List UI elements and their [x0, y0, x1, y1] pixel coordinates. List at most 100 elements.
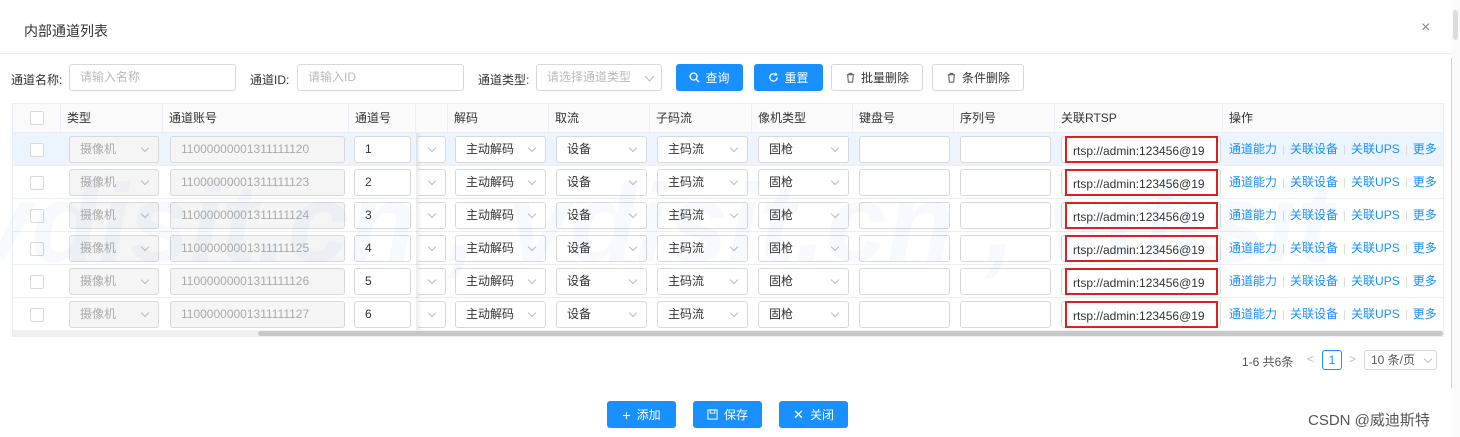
capability-link[interactable]: 通道能力 [1229, 142, 1277, 156]
rtsp-input[interactable]: rtsp://admin:123456@19 [1065, 136, 1218, 163]
more-link[interactable]: 更多 [1413, 307, 1437, 321]
substream-select[interactable]: 主码流 [657, 268, 748, 295]
decode-select[interactable]: 主动解码 [455, 235, 546, 262]
type-select[interactable]: 摄像机 [69, 136, 159, 163]
capability-link[interactable]: 通道能力 [1229, 241, 1277, 255]
camera-type-select[interactable]: 固枪 [758, 202, 849, 229]
rtsp-input[interactable]: rtsp://admin:123456@19 [1065, 235, 1218, 262]
row-checkbox[interactable] [30, 242, 44, 256]
link-device-link[interactable]: 关联设备 [1290, 241, 1338, 255]
keyboard-input[interactable] [859, 235, 950, 262]
capability-link[interactable]: 通道能力 [1229, 175, 1277, 189]
substream-select[interactable]: 主码流 [657, 136, 748, 163]
type-select[interactable]: 摄像机 [69, 268, 159, 295]
link-device-link[interactable]: 关联设备 [1290, 142, 1338, 156]
horizontal-scrollbar[interactable] [13, 330, 1443, 336]
reset-button[interactable]: 重置 [754, 64, 823, 91]
channel-input[interactable]: 3 [354, 202, 411, 229]
camera-type-select[interactable]: 固枪 [758, 136, 849, 163]
link-ups-link[interactable]: 关联UPS [1351, 142, 1400, 156]
capability-link[interactable]: 通道能力 [1229, 274, 1277, 288]
stream-select[interactable]: 设备 [556, 235, 647, 262]
serial-input[interactable] [960, 235, 1051, 262]
more-link[interactable]: 更多 [1413, 208, 1437, 222]
more-link[interactable]: 更多 [1413, 175, 1437, 189]
serial-input[interactable] [960, 301, 1051, 328]
vertical-scroll-thumb[interactable] [1453, 10, 1458, 40]
close-icon[interactable]: × [1421, 20, 1430, 36]
capability-link[interactable]: 通道能力 [1229, 208, 1277, 222]
link-ups-link[interactable]: 关联UPS [1351, 175, 1400, 189]
condition-delete-button[interactable]: 条件删除 [932, 64, 1024, 91]
row-checkbox[interactable] [30, 176, 44, 190]
more-link[interactable]: 更多 [1413, 241, 1437, 255]
channel-input[interactable]: 1 [354, 136, 411, 163]
rtsp-input[interactable]: rtsp://admin:123456@19 [1065, 301, 1218, 328]
table-row[interactable]: 摄像机 11000000001311111120 1 主动解码 设备 主码流 固枪 rtsp:… [13, 133, 1443, 166]
type-select[interactable]: 摄像机 [69, 169, 159, 196]
stream-select[interactable]: 设备 [556, 301, 647, 328]
link-device-link[interactable]: 关联设备 [1290, 274, 1338, 288]
keyboard-input[interactable] [859, 202, 950, 229]
channel-input[interactable]: 5 [354, 268, 411, 295]
more-link[interactable]: 更多 [1413, 142, 1437, 156]
close-button[interactable]: ✕ 关闭 [779, 401, 848, 428]
account-input[interactable]: 11000000001311111125 [170, 235, 345, 262]
table-row[interactable]: 摄像机 11000000001311111127 6 主动解码 设备 主码流 固枪 rtsp:… [13, 298, 1443, 331]
rtsp-input[interactable]: rtsp://admin:123456@19 [1065, 169, 1218, 196]
row-checkbox[interactable] [30, 143, 44, 157]
hidden-select[interactable] [418, 169, 446, 196]
link-ups-link[interactable]: 关联UPS [1351, 307, 1400, 321]
batch-delete-button[interactable]: 批量删除 [831, 64, 923, 91]
stream-select[interactable]: 设备 [556, 136, 647, 163]
substream-select[interactable]: 主码流 [657, 235, 748, 262]
serial-input[interactable] [960, 136, 1051, 163]
decode-select[interactable]: 主动解码 [455, 202, 546, 229]
hidden-select[interactable] [418, 301, 446, 328]
link-ups-link[interactable]: 关联UPS [1351, 274, 1400, 288]
capability-link[interactable]: 通道能力 [1229, 307, 1277, 321]
select-all-checkbox[interactable] [30, 111, 44, 125]
row-checkbox[interactable] [30, 275, 44, 289]
link-ups-link[interactable]: 关联UPS [1351, 241, 1400, 255]
serial-input[interactable] [960, 169, 1051, 196]
table-row[interactable]: 摄像机 11000000001311111125 4 主动解码 设备 主码流 固枪 rtsp:… [13, 232, 1443, 265]
decode-select[interactable]: 主动解码 [455, 169, 546, 196]
keyboard-input[interactable] [859, 301, 950, 328]
stream-select[interactable]: 设备 [556, 268, 647, 295]
account-input[interactable]: 11000000001311111120 [170, 136, 345, 163]
hidden-select[interactable] [418, 136, 446, 163]
table-row[interactable]: 摄像机 11000000001311111124 3 主动解码 设备 主码流 固枪 rtsp:… [13, 199, 1443, 232]
account-input[interactable]: 11000000001311111126 [170, 268, 345, 295]
hidden-select[interactable] [418, 235, 446, 262]
horizontal-scroll-thumb[interactable] [258, 331, 1443, 336]
page-1-button[interactable]: 1 [1322, 350, 1342, 370]
channel-id-input[interactable]: 请输入ID [297, 64, 464, 91]
stream-select[interactable]: 设备 [556, 169, 647, 196]
rtsp-input[interactable]: rtsp://admin:123456@19 [1065, 202, 1218, 229]
account-input[interactable]: 11000000001311111124 [170, 202, 345, 229]
add-button[interactable]: + 添加 [607, 401, 676, 428]
hidden-select[interactable] [418, 202, 446, 229]
more-link[interactable]: 更多 [1413, 274, 1437, 288]
decode-select[interactable]: 主动解码 [455, 136, 546, 163]
decode-select[interactable]: 主动解码 [455, 301, 546, 328]
row-checkbox[interactable] [30, 209, 44, 223]
hidden-select[interactable] [418, 268, 446, 295]
row-checkbox[interactable] [30, 308, 44, 322]
link-ups-link[interactable]: 关联UPS [1351, 208, 1400, 222]
camera-type-select[interactable]: 固枪 [758, 268, 849, 295]
keyboard-input[interactable] [859, 136, 950, 163]
account-input[interactable]: 11000000001311111123 [170, 169, 345, 196]
type-select[interactable]: 摄像机 [69, 202, 159, 229]
query-button[interactable]: 查询 [676, 64, 743, 91]
account-input[interactable]: 11000000001311111127 [170, 301, 345, 328]
substream-select[interactable]: 主码流 [657, 169, 748, 196]
camera-type-select[interactable]: 固枪 [758, 235, 849, 262]
vertical-scrollbar[interactable] [1452, 0, 1460, 437]
rtsp-input[interactable]: rtsp://admin:123456@19 [1065, 268, 1218, 295]
substream-select[interactable]: 主码流 [657, 202, 748, 229]
link-device-link[interactable]: 关联设备 [1290, 175, 1338, 189]
serial-input[interactable] [960, 268, 1051, 295]
link-device-link[interactable]: 关联设备 [1290, 208, 1338, 222]
